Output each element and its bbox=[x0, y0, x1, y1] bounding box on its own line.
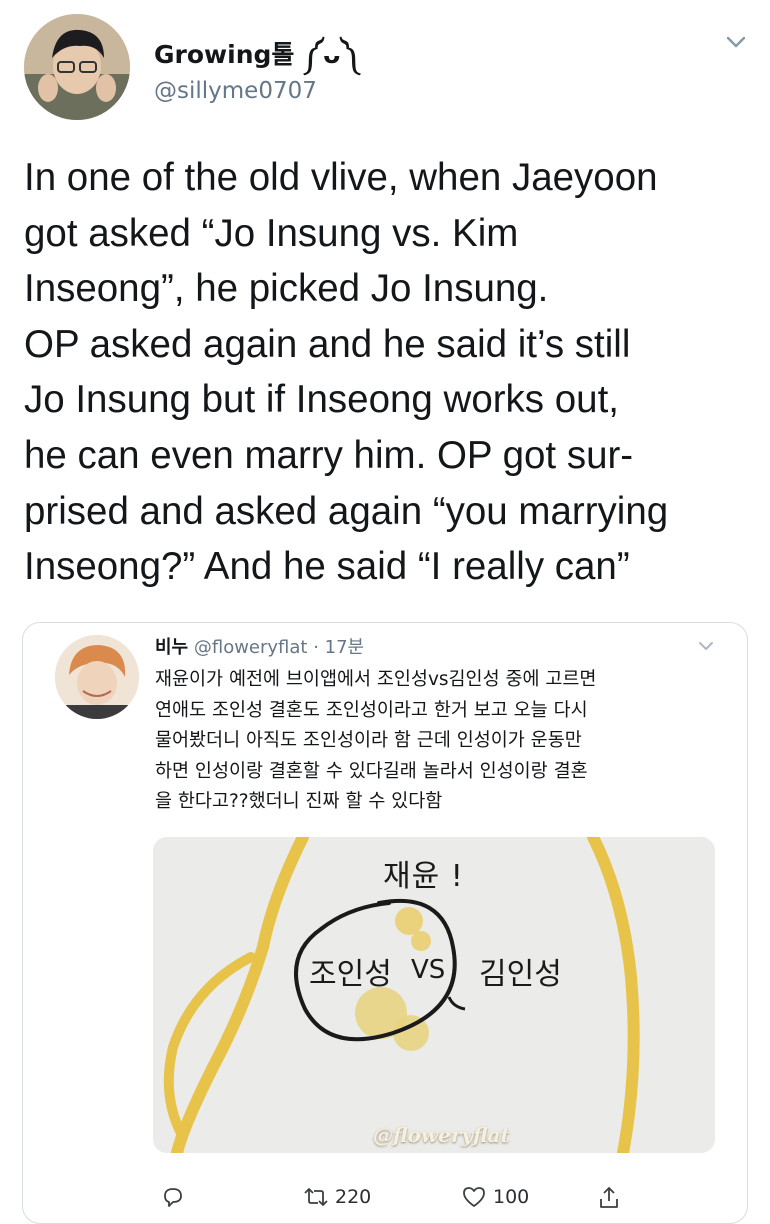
quoted-text-line: 하면 인성이랑 결혼할 수 있다길래 놀라서 인성이랑 결혼 bbox=[155, 760, 588, 782]
photo-choice-left: 조인성 bbox=[309, 957, 392, 992]
retweet-button[interactable]: 220 bbox=[303, 1185, 371, 1209]
photo-vs: VS bbox=[411, 955, 446, 985]
tweet-text-line: In one of the old vlive, when Jaeyoon bbox=[24, 156, 658, 199]
quoted-author-name[interactable]: 비누 bbox=[155, 637, 188, 658]
photo-choice-right: 김인성 bbox=[479, 957, 562, 992]
tweet-text-line: got asked “Jo Insung vs. Kim bbox=[24, 211, 519, 255]
quoted-handle-time[interactable]: @floweryflat · 17분 bbox=[194, 637, 364, 658]
like-icon bbox=[463, 1187, 485, 1207]
retweet-icon bbox=[304, 1188, 328, 1206]
author-avatar[interactable] bbox=[24, 14, 130, 120]
quoted-author-avatar[interactable] bbox=[55, 635, 139, 719]
like-button[interactable]: 100 bbox=[461, 1185, 529, 1209]
tweet-text-line: prised and asked again “you marrying bbox=[24, 489, 669, 533]
retweet-count: 220 bbox=[335, 1186, 372, 1208]
reply-button[interactable] bbox=[161, 1185, 191, 1209]
tweet-text: In one of the old vlive, when Jaeyoon go… bbox=[24, 150, 759, 595]
tweet-text-line: Inseong?” And he said “I really can” bbox=[24, 545, 630, 589]
share-icon bbox=[600, 1187, 618, 1208]
quoted-text-line: 재윤이가 예전에 브이앱에서 조인성vs김인성 중에 고르면 bbox=[155, 669, 597, 690]
reply-icon bbox=[164, 1188, 182, 1207]
photo-watermark: @floweryflat bbox=[373, 1123, 510, 1147]
quoted-photo[interactable]: 재윤 ! 조인성 VS 김인성 @floweryflat bbox=[153, 837, 715, 1153]
quoted-header: 비누 @floweryflat · 17분 bbox=[155, 633, 364, 659]
tweet-text-line: Jo Insung but if Inseong works out, bbox=[24, 378, 619, 422]
like-count: 100 bbox=[493, 1186, 530, 1208]
tweet-text-line: Inseong”, he picked Jo Insung. bbox=[24, 267, 549, 311]
share-button[interactable] bbox=[597, 1185, 621, 1211]
quoted-text-line: 물어봤더니 아직도 조인성이라 함 근데 인성이가 운동만 bbox=[155, 730, 582, 751]
chevron-down-icon[interactable] bbox=[695, 637, 717, 655]
tweet-text-line: OP asked again and he said it’s still bbox=[24, 322, 631, 366]
quoted-text-line: 을 한다고??했더니 진짜 할 수 있다함 bbox=[155, 791, 443, 812]
quoted-text-line: 연애도 조인성 결혼도 조인성이라고 한거 보고 오늘 다시 bbox=[155, 699, 588, 721]
action-bar: 220 100 bbox=[23, 1183, 747, 1219]
author-handle[interactable]: @sillyme0707 bbox=[154, 78, 317, 104]
quoted-tweet-text: 재윤이가 예전에 브이앱에서 조인성vs김인성 중에 고르면 연애도 조인성 결… bbox=[155, 665, 735, 818]
tweet-text-line: he can even marry him. OP got sur- bbox=[24, 433, 634, 477]
photo-heading: 재윤 ! bbox=[383, 859, 464, 894]
quoted-tweet-card[interactable]: 비누 @floweryflat · 17분 재윤이가 예전에 브이앱에서 조인성… bbox=[22, 622, 748, 1224]
chevron-down-icon[interactable] bbox=[722, 30, 750, 54]
